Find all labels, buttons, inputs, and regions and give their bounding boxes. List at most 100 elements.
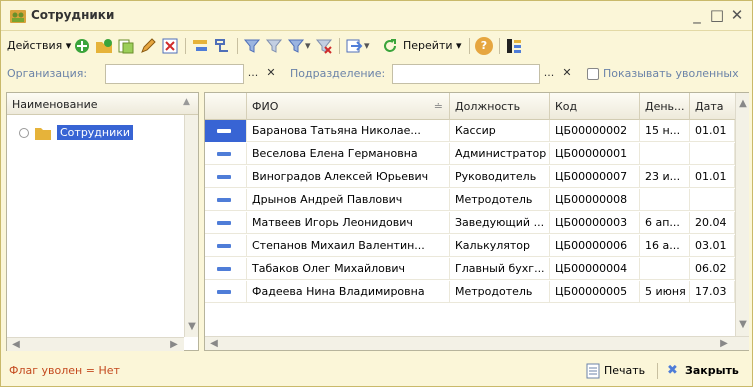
row-marker <box>205 143 247 165</box>
row-item-icon <box>217 221 231 225</box>
cell-position: Руководитель <box>450 166 550 188</box>
filter-icon[interactable] <box>243 37 261 55</box>
folder-icon <box>35 128 51 140</box>
column-header-position[interactable]: Должность <box>450 93 550 120</box>
row-marker <box>205 189 247 211</box>
title-bar: Сотрудники _ □ ✕ <box>1 1 752 31</box>
organization-clear-button[interactable]: ✕ <box>262 64 280 84</box>
add-icon[interactable] <box>73 37 91 55</box>
cell-date: 01.01 <box>690 120 735 142</box>
close-label: Закрыть <box>685 364 739 377</box>
table-row[interactable]: Баранова Татьяна Николае... Кассир ЦБ00000… <box>205 120 735 142</box>
column-header-fio-label: ФИО <box>252 100 279 113</box>
help-icon[interactable]: ? <box>475 37 493 55</box>
cell-position: Калькулятор <box>450 235 550 257</box>
cell-day: 23 и... <box>640 166 690 188</box>
cell-fio: Дрынов Андрей Павлович <box>247 189 450 211</box>
scroll-up-icon[interactable]: ▲ <box>736 97 750 111</box>
filter-bar: Организация: ... ✕ Подразделение: ... ✕ … <box>1 61 752 87</box>
structure-icon[interactable] <box>505 37 523 55</box>
refresh-icon[interactable] <box>381 37 399 55</box>
table-row[interactable]: Дрынов Андрей Павлович Метродотель ЦБ00000… <box>205 189 735 211</box>
column-header-date[interactable]: Дата <box>690 93 735 120</box>
close-window-button[interactable]: ✕ <box>727 5 747 25</box>
show-fired-checkbox[interactable] <box>587 68 599 80</box>
employees-window: Сотрудники _ □ ✕ Действия ▾ ▾ ▾ Перейти … <box>0 0 753 387</box>
department-clear-button[interactable]: ✕ <box>558 64 576 84</box>
cell-date: 06.02 <box>690 258 735 280</box>
cell-day: 16 а... <box>640 235 690 257</box>
cell-code: ЦБ00000006 <box>550 235 640 257</box>
print-label: Печать <box>604 364 646 377</box>
employees-app-icon <box>10 10 26 23</box>
scroll-left-icon[interactable]: ◀ <box>207 337 221 351</box>
column-header-day[interactable]: День... <box>640 93 690 120</box>
scroll-left-icon[interactable]: ◀ <box>9 338 23 352</box>
cell-position: Главный бухг... <box>450 258 550 280</box>
export-icon[interactable] <box>345 37 363 55</box>
groups-tree-panel: Наименование ▲ Сотрудники ▼ ◀ ▶ <box>6 92 199 351</box>
clear-filter-icon[interactable] <box>315 37 333 55</box>
chevron-down-icon: ▾ <box>65 39 72 52</box>
cell-date <box>690 143 735 165</box>
tree-horizontal-scrollbar[interactable]: ◀ ▶ <box>7 337 184 351</box>
minimize-button[interactable]: _ <box>687 5 707 25</box>
organization-input[interactable] <box>105 64 244 84</box>
table-row[interactable]: Матвеев Игорь Леонидович Заведующий ... ЦБ… <box>205 212 735 234</box>
department-input[interactable] <box>392 64 540 84</box>
filter-value-icon[interactable] <box>265 37 283 55</box>
fired-flag-status: Флаг уволен = Нет <box>9 364 120 377</box>
table-row[interactable]: Степанов Михаил Валентин... Калькулятор ЦБ… <box>205 235 735 257</box>
cell-position: Заведующий ... <box>450 212 550 234</box>
add-folder-icon[interactable] <box>95 37 113 55</box>
close-icon: ✖ <box>667 363 678 378</box>
tree-vertical-scrollbar[interactable]: ▼ <box>184 115 198 337</box>
column-header-fio[interactable]: ФИО ≐ <box>247 93 450 120</box>
tree-view-icon[interactable] <box>213 37 231 55</box>
cell-position: Администратор <box>450 143 550 165</box>
grid-horizontal-scrollbar[interactable]: ◀ ▶ <box>205 336 749 350</box>
actions-menu-button[interactable]: Действия ▾ <box>7 36 71 56</box>
scroll-right-icon[interactable]: ▶ <box>167 338 181 352</box>
maximize-button[interactable]: □ <box>707 5 727 25</box>
toolbar-separator <box>339 38 340 54</box>
table-row[interactable]: Виноградов Алексей Юрьевич Руководитель ЦБ… <box>205 166 735 188</box>
cell-code: ЦБ00000001 <box>550 143 640 165</box>
sort-icon: ≐ <box>433 100 443 113</box>
delete-icon[interactable] <box>161 37 179 55</box>
row-item-icon <box>217 290 231 294</box>
cell-day: 5 июня <box>640 281 690 303</box>
cell-date: 20.04 <box>690 212 735 234</box>
cell-fio: Виноградов Алексей Юрьевич <box>247 166 450 188</box>
cell-code: ЦБ00000008 <box>550 189 640 211</box>
goto-menu-button[interactable]: Перейти ▾ <box>403 36 462 56</box>
row-item-icon <box>217 152 231 156</box>
employees-grid: ФИО ≐ Должность Код День... Дата Баранов… <box>204 92 749 351</box>
chevron-down-icon: ▾ <box>456 39 462 52</box>
print-icon <box>586 363 600 379</box>
row-item-icon <box>217 244 231 248</box>
edit-icon[interactable] <box>139 37 157 55</box>
table-row[interactable]: Фадеева Нина Владимировна Метродотель ЦБ00… <box>205 281 735 303</box>
grid-vertical-scrollbar[interactable]: ▲ ▼ <box>735 93 749 336</box>
row-marker <box>205 235 247 257</box>
department-choose-button[interactable]: ... <box>540 64 558 84</box>
scroll-up-icon[interactable]: ▲ <box>183 97 190 107</box>
hierarchy-icon[interactable] <box>191 37 209 55</box>
organization-choose-button[interactable]: ... <box>244 64 262 84</box>
table-row[interactable]: Веселова Елена Германовна Администратор ЦБ… <box>205 143 735 165</box>
cell-date: 01.01 <box>690 166 735 188</box>
row-marker <box>205 281 247 303</box>
filter-settings-icon[interactable] <box>287 37 305 55</box>
scroll-right-icon[interactable]: ▶ <box>717 337 731 351</box>
cell-day: 6 ап... <box>640 212 690 234</box>
copy-icon[interactable] <box>117 37 135 55</box>
filter-dropdown-icon[interactable]: ▾ <box>305 36 311 56</box>
table-row[interactable]: Табаков Олег Михайлович Главный бухг... ЦБ… <box>205 258 735 280</box>
cell-date <box>690 189 735 211</box>
column-header-code[interactable]: Код <box>550 93 640 120</box>
cell-date: 03.01 <box>690 235 735 257</box>
scroll-down-icon[interactable]: ▼ <box>185 320 199 334</box>
export-dropdown-icon[interactable]: ▾ <box>364 36 370 56</box>
scroll-down-icon[interactable]: ▼ <box>736 318 750 332</box>
